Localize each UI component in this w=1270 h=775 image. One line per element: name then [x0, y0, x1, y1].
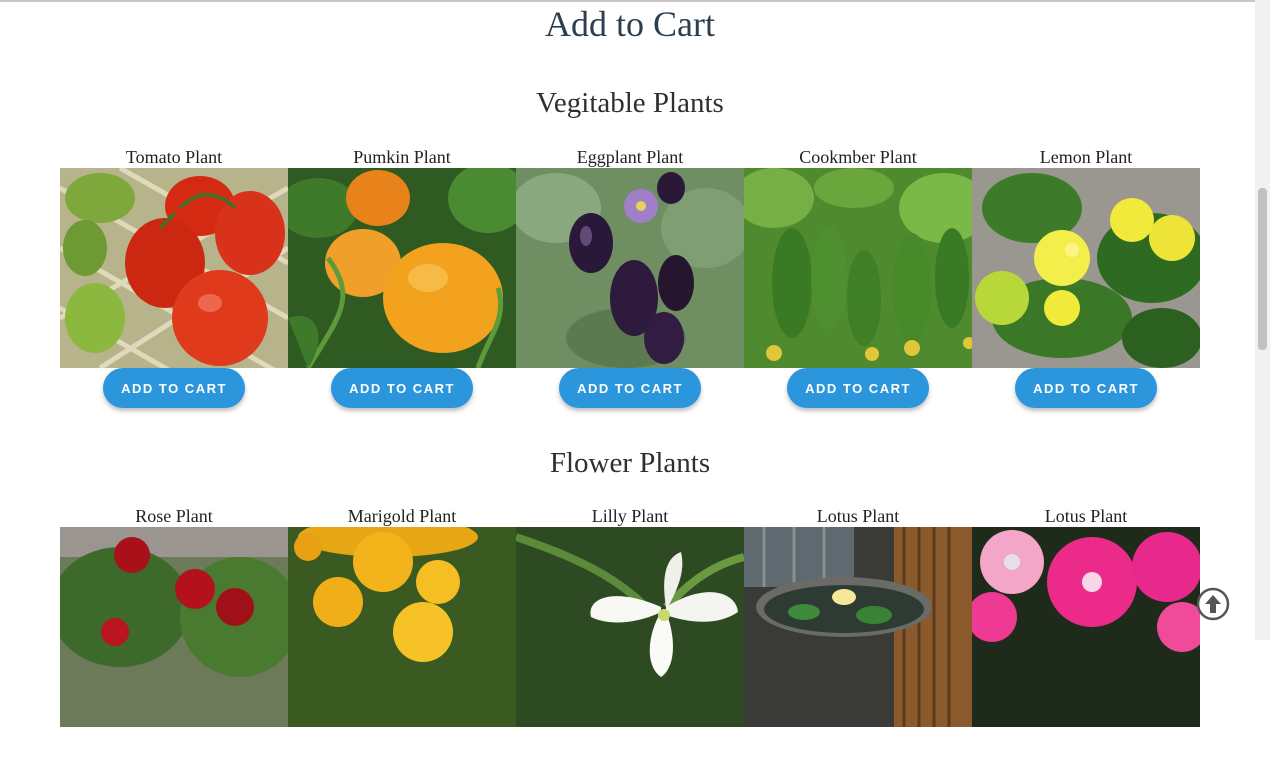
section-title-flowers: Flower Plants — [549, 447, 711, 479]
product-card-cucumber: Cookmber Plant ADD TO CART — [744, 146, 972, 416]
add-to-cart-button[interactable]: ADD TO CART — [331, 368, 473, 408]
product-name: Cookmber Plant — [799, 147, 917, 167]
product-card-eggplant: Eggplant Plant ADD TO CART — [516, 146, 744, 416]
product-card-rose: Rose Plant — [60, 505, 288, 775]
page-title: Add to Cart — [545, 4, 715, 44]
scrollbar-thumb[interactable] — [1258, 188, 1267, 350]
page-scrollbar[interactable] — [1255, 0, 1270, 640]
product-card-lotus: Lotus Plant — [744, 505, 972, 775]
section-title-vegetables: Vegitable Plants — [536, 87, 724, 119]
rose-plant-image — [60, 527, 288, 727]
product-card-pumpkin: Pumkin Plant ADD TO CART — [288, 146, 516, 416]
product-name: Lilly Plant — [591, 506, 669, 526]
petunia-plant-image — [972, 527, 1200, 727]
eggplant-plant-image — [516, 168, 744, 368]
cucumber-plant-image — [744, 168, 972, 368]
add-to-cart-button[interactable]: ADD TO CART — [103, 368, 245, 408]
product-name: Eggplant Plant — [576, 147, 684, 167]
marigold-plant-image — [288, 527, 516, 727]
product-name: Lemon Plant — [1039, 147, 1133, 167]
product-name: Pumkin Plant — [353, 147, 451, 167]
tomato-plant-image — [60, 168, 288, 368]
lemon-plant-image — [972, 168, 1200, 368]
product-card-petunia: Lotus Plant — [972, 505, 1200, 775]
vegetable-product-grid: Tomato Plant ADD TO CART Pumkin Plant AD… — [60, 146, 1200, 416]
product-name: Tomato Plant — [125, 147, 223, 167]
add-to-cart-button[interactable]: ADD TO CART — [787, 368, 929, 408]
add-to-cart-button[interactable]: ADD TO CART — [559, 368, 701, 408]
product-card-lily: Lilly Plant — [516, 505, 744, 775]
flower-product-grid: Rose Plant Marigold Plant Lilly Plant Lo… — [60, 505, 1200, 775]
product-name: Lotus Plant — [816, 506, 900, 526]
arrow-up-circle-icon[interactable] — [1196, 587, 1230, 621]
add-to-cart-button[interactable]: ADD TO CART — [1015, 368, 1157, 408]
lotus-plant-image — [744, 527, 972, 727]
product-card-lemon: Lemon Plant ADD TO CART — [972, 146, 1200, 416]
product-name: Rose Plant — [135, 506, 213, 526]
lily-plant-image — [516, 527, 744, 727]
product-card-tomato: Tomato Plant ADD TO CART — [60, 146, 288, 416]
product-name: Marigold Plant — [347, 506, 457, 526]
product-card-marigold: Marigold Plant — [288, 505, 516, 775]
product-name: Lotus Plant — [1044, 506, 1128, 526]
pumpkin-plant-image — [288, 168, 516, 368]
